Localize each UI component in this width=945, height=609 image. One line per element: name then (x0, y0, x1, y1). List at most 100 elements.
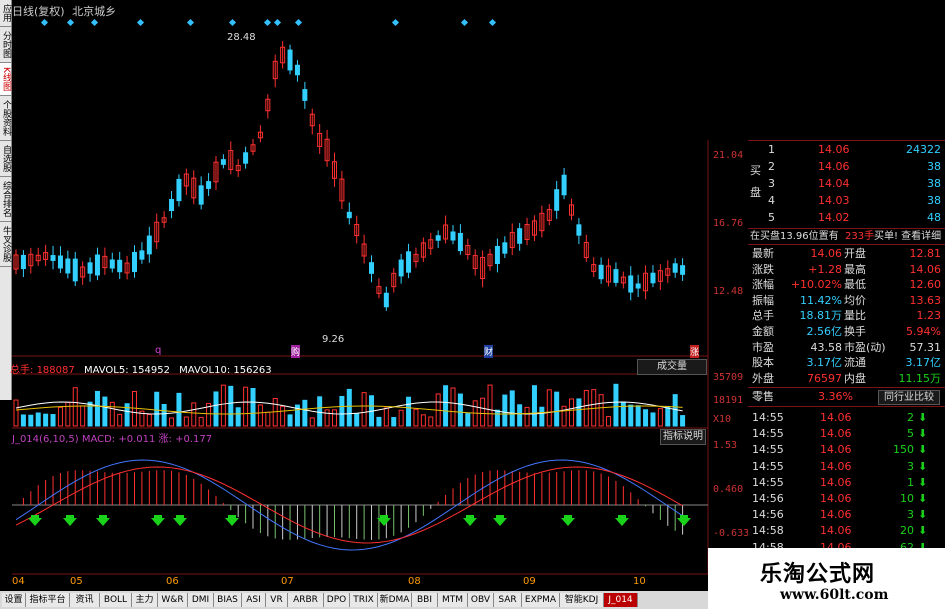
bid-level-number: 2 (768, 160, 775, 173)
bottom-tab[interactable]: BBI (412, 593, 438, 607)
event-marker-finance[interactable]: 财 (484, 345, 494, 358)
volume-bar (265, 411, 271, 427)
candle-body (598, 264, 604, 280)
event-marker-q[interactable]: q (155, 345, 161, 356)
candle-body (517, 228, 523, 244)
view-detail-link[interactable]: 买单! 查看详细 (874, 229, 941, 244)
volume-bar (235, 407, 241, 427)
stat-value: +10.02% (790, 278, 842, 292)
event-marker-rise[interactable]: 涨 (690, 345, 700, 358)
bid-level-row[interactable]: 2 14.06 38 (748, 159, 945, 174)
candle-body (198, 185, 204, 205)
bottom-tab[interactable]: J_014 (604, 593, 638, 607)
candle-body (109, 259, 115, 269)
candle-body (494, 245, 500, 265)
bid-volume: 48 (927, 211, 941, 224)
bid-level-row[interactable]: 3 14.04 38 (748, 176, 945, 191)
tick-volume: 150 (893, 443, 914, 457)
tick-price: 14.06 (820, 459, 852, 473)
tick-price: 14.06 (820, 492, 852, 505)
bottom-tab[interactable]: ARBR (288, 593, 324, 607)
tick-time: 14:56 (752, 492, 784, 505)
down-arrow-icon: ⬇ (918, 475, 928, 489)
bid-price: 14.06 (818, 143, 850, 156)
volume-bar (413, 408, 419, 427)
quote-stat-row: 股本 3.17亿 流通 3.17亿 (748, 355, 945, 370)
bottom-tab[interactable]: W&R (158, 593, 188, 607)
tick-price: 14.06 (820, 524, 852, 538)
tick-row: 14:55 14.06 1 ⬇ (748, 475, 945, 490)
stat-label: 外盘 (752, 371, 774, 385)
volume-bar (80, 405, 86, 427)
bottom-tab[interactable]: 指标平台 (26, 593, 70, 607)
tick-row: 14:55 14.06 150 ⬇ (748, 442, 945, 457)
total-volume-value: 188087 (36, 365, 75, 376)
stat-label: 涨跌 (752, 262, 774, 276)
signal-diamond (90, 18, 99, 27)
stat-label: 量比 (844, 309, 866, 323)
stat-value: 43.58 (810, 340, 843, 354)
event-marker-purchase[interactable]: 购 (291, 345, 301, 358)
macd-axis-1: 1.53 (713, 440, 738, 451)
volume-bar (643, 409, 649, 427)
stat-value: 14.06 (810, 247, 843, 260)
price-axis-1: 21.04 (713, 150, 744, 161)
candle-body (146, 235, 152, 255)
volume-bar (561, 405, 567, 427)
indicator-help-button[interactable]: 指标说明 (660, 429, 706, 445)
volume-bar (531, 385, 537, 427)
signal-diamond (488, 18, 497, 27)
bottom-tab[interactable]: 新DMA (378, 593, 412, 607)
bottom-tab[interactable]: TRIX (350, 593, 378, 607)
bottom-tab[interactable]: ASI (242, 593, 266, 607)
bid-level-row[interactable]: 1 14.06 24322 (748, 142, 945, 157)
stat-value: 2.56亿 (806, 325, 843, 338)
volume-bar (198, 416, 204, 427)
industry-label: 零售 (752, 390, 774, 403)
industry-row: 零售 3.36% 同行业比较 (748, 389, 945, 405)
volume-indicator-dropdown[interactable]: 成交量 (637, 359, 707, 375)
candle-body (294, 64, 300, 76)
volume-header: 总手: 188087 MAVOL5: 154952 MAVOL10: 15626… (10, 361, 645, 376)
candle-body (680, 265, 686, 275)
volume-bar (331, 409, 337, 427)
candle-body (457, 232, 463, 252)
bottom-tab[interactable]: EXPMA (522, 593, 560, 607)
candle-body (672, 263, 678, 273)
order-summary-row[interactable]: 在买盘13.96位置有 233手 买单! 查看详细 (748, 229, 945, 244)
candle-body (220, 159, 226, 165)
bottom-tab[interactable]: BIAS (214, 593, 242, 607)
signal-diamond (66, 18, 75, 27)
candle-body (576, 224, 582, 236)
indicator-header: J_014(6,10,5) MACD: +0.011 涨: +0.177 (12, 434, 213, 445)
bid-price: 14.03 (818, 194, 850, 207)
volume-bar (94, 390, 100, 427)
volume-bars (13, 383, 686, 427)
month-label: 09 (523, 576, 536, 587)
bottom-tab[interactable]: 主力 (132, 593, 158, 607)
bottom-tab[interactable]: DPO (324, 593, 350, 607)
mavol10-value: 156263 (233, 365, 272, 376)
bottom-tab[interactable]: BOLL (100, 593, 132, 607)
bid-level-row[interactable]: 4 14.03 38 (748, 193, 945, 208)
stat-label: 最新 (752, 247, 774, 260)
bottom-tab[interactable]: 资讯 (70, 593, 100, 607)
bottom-tab[interactable]: SAR (494, 593, 522, 607)
bottom-tab[interactable]: VR (266, 593, 288, 607)
chart-canvas[interactable] (0, 0, 712, 592)
tick-price: 14.06 (820, 427, 852, 441)
low-price-label: 9.26 (322, 334, 345, 345)
bottom-tab[interactable]: 设置 (2, 593, 26, 607)
stat-value: 76597 (807, 371, 842, 385)
bottom-tab[interactable]: OBV (468, 593, 494, 607)
bottom-tab[interactable]: 智能KDJ (560, 593, 604, 607)
candle-body (176, 178, 182, 202)
volume-bar (480, 397, 486, 427)
bottom-tab[interactable]: DMI (188, 593, 214, 607)
volume-bar (191, 402, 197, 427)
compare-industry-button[interactable]: 同行业比较 (878, 390, 940, 405)
bid-level-row[interactable]: 5 14.02 48 (748, 210, 945, 225)
month-label: 08 (408, 576, 421, 587)
bottom-tab[interactable]: MTM (438, 593, 468, 607)
month-label: 10 (633, 576, 646, 587)
